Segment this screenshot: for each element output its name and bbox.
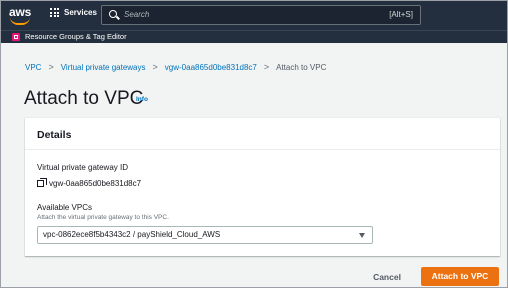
cancel-button[interactable]: Cancel (358, 268, 416, 286)
search-icon (109, 10, 117, 18)
copy-icon[interactable] (37, 178, 47, 187)
aws-smile-icon (10, 17, 30, 25)
available-vpcs-description: Attach the virtual private gateway to th… (37, 214, 169, 221)
vpc-select-value: vpc-0862ece8f5b4343c2 / payShield_Cloud_… (43, 230, 221, 239)
breadcrumb-item-gateway-id[interactable]: vgw-0aa865d0be831d8c7 (165, 63, 257, 72)
breadcrumb-item-current: Attach to VPC (276, 62, 327, 72)
available-vpcs-label: Available VPCs (37, 203, 92, 212)
gateway-id-value: vgw-0aa865d0be831d8c7 (49, 179, 142, 188)
services-grid-icon (50, 8, 59, 17)
details-panel-header: Details (25, 118, 500, 150)
breadcrumb-item-vpc[interactable]: VPC (25, 63, 41, 72)
resource-groups-bar: Resource Groups & Tag Editor (0, 30, 508, 43)
attach-to-vpc-button[interactable]: Attach to VPC (421, 267, 499, 286)
resource-groups-icon (12, 33, 20, 41)
search-placeholder: Search (124, 10, 150, 19)
info-link[interactable]: Info (136, 96, 148, 103)
top-navigation-bar: aws Services Search [Alt+S] (0, 0, 508, 30)
page-title: Attach to VPC (24, 88, 144, 109)
breadcrumb: VPC > Virtual private gateways > vgw-0aa… (25, 62, 326, 72)
details-panel: Details Virtual private gateway ID vgw-0… (25, 118, 500, 256)
breadcrumb-separator-icon: > (48, 62, 54, 72)
services-menu-button[interactable]: Services (50, 8, 97, 17)
breadcrumb-separator-icon: > (152, 62, 158, 72)
search-input[interactable]: Search [Alt+S] (101, 5, 421, 25)
vpc-select[interactable]: vpc-0862ece8f5b4343c2 / payShield_Cloud_… (37, 226, 373, 244)
resource-groups-link[interactable]: Resource Groups & Tag Editor (25, 32, 127, 41)
aws-logo[interactable]: aws (9, 4, 35, 26)
gateway-id-label: Virtual private gateway ID (37, 163, 129, 172)
caret-down-icon (359, 233, 365, 238)
details-heading: Details (37, 129, 72, 141)
services-label: Services (64, 8, 97, 17)
search-shortcut-hint: [Alt+S] (389, 10, 413, 19)
breadcrumb-separator-icon: > (263, 62, 270, 72)
breadcrumb-item-virtual-private-gateways[interactable]: Virtual private gateways (61, 63, 146, 72)
